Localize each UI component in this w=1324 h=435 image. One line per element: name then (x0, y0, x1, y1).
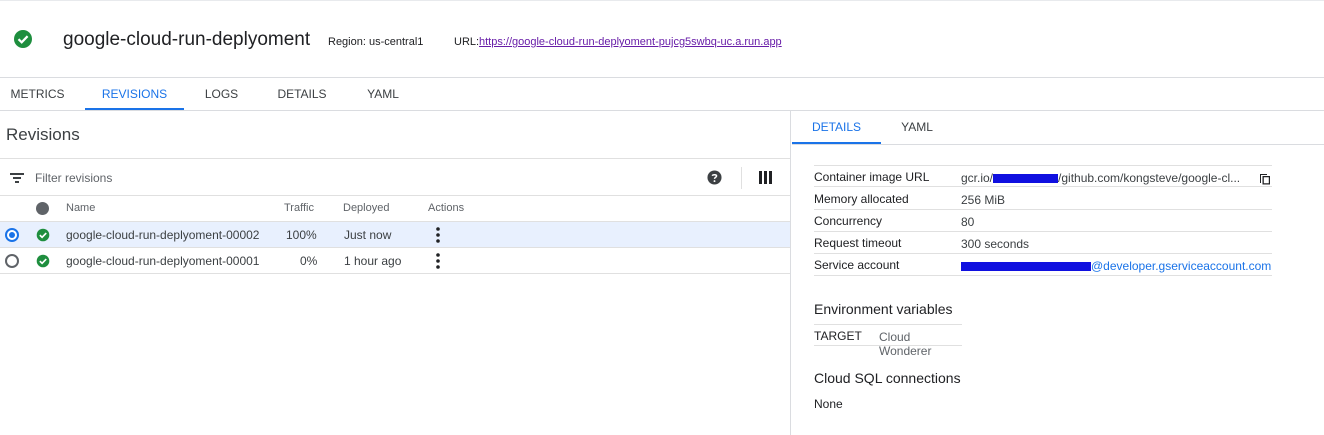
env-var-row: TARGET Cloud Wonderer (814, 324, 962, 358)
details-tabs: DETAILS YAML (792, 111, 1324, 145)
cloud-sql-value: None (814, 397, 843, 411)
detail-row-service-account: Service account @developer.gserviceaccou… (814, 254, 1272, 276)
check-circle-icon (36, 254, 50, 268)
main-tabs: METRICS REVISIONS LOGS DETAILS YAML (0, 78, 1324, 111)
revision-traffic: 0% (300, 254, 318, 268)
column-actions: Actions (428, 202, 465, 214)
image-url-prefix: gcr.io/ (961, 171, 994, 185)
service-title: google-cloud-run-deplyoment (63, 29, 311, 50)
url-label: URL: (454, 36, 480, 48)
copy-icon[interactable] (1259, 172, 1271, 185)
detail-value: gcr.io/ /github.com/kongsteve/google-cl..… (961, 171, 1240, 185)
tab-details[interactable]: DETAILS (268, 78, 336, 110)
revision-deployed: 1 hour ago (344, 254, 402, 268)
columns-icon[interactable] (759, 171, 772, 184)
detail-key: Concurrency (814, 214, 883, 228)
service-account-link[interactable]: @developer.gserviceaccount.com (1091, 259, 1271, 273)
cloud-sql-title: Cloud SQL connections (814, 370, 961, 386)
detail-row-timeout: Request timeout 300 seconds (814, 232, 1272, 254)
more-vert-icon[interactable] (431, 226, 445, 244)
status-column-icon (36, 202, 49, 215)
table-row[interactable]: google-cloud-run-deplyoment-00001 0% 1 h… (0, 248, 790, 274)
column-traffic[interactable]: Traffic (284, 202, 314, 214)
detail-value: @developer.gserviceaccount.com (961, 259, 1271, 273)
detail-row-concurrency: Concurrency 80 (814, 210, 1272, 232)
image-url-suffix: /github.com/kongsteve/google-cl... (1058, 171, 1241, 185)
region-label: Region: us-central1 (328, 36, 424, 48)
help-icon[interactable] (707, 170, 722, 185)
revision-name[interactable]: google-cloud-run-deplyoment-00002 (66, 228, 259, 242)
check-circle-icon (14, 30, 32, 48)
table-row[interactable]: google-cloud-run-deplyoment-00002 100% J… (0, 222, 790, 248)
env-vars-title: Environment variables (814, 301, 953, 317)
detail-value: 80 (961, 215, 975, 229)
service-url-link[interactable]: https://google-cloud-run-deplyoment-pujc… (479, 36, 782, 48)
detail-value: 256 MiB (961, 193, 1006, 207)
detail-value: 300 seconds (961, 237, 1030, 251)
tab-revisions[interactable]: REVISIONS (85, 78, 184, 110)
row-select-radio[interactable] (5, 254, 19, 268)
row-select-radio[interactable] (5, 228, 19, 242)
detail-row-memory: Memory allocated 256 MiB (814, 188, 1272, 210)
column-deployed[interactable]: Deployed (343, 202, 389, 214)
filter-revisions-input[interactable] (35, 169, 435, 187)
detail-key: Container image URL (814, 170, 930, 184)
env-var-value: Cloud Wonderer (879, 330, 932, 358)
detail-key: Service account (814, 258, 900, 272)
env-var-key: TARGET (814, 329, 862, 343)
table-header: Name Traffic Deployed Actions (0, 196, 790, 222)
detail-key: Request timeout (814, 236, 902, 250)
revision-traffic: 100% (286, 228, 317, 242)
toolbar-divider (741, 167, 742, 189)
tab-logs[interactable]: LOGS (194, 78, 249, 110)
column-name[interactable]: Name (66, 202, 95, 214)
check-circle-icon (36, 228, 50, 242)
revision-name[interactable]: google-cloud-run-deplyoment-00001 (66, 254, 259, 268)
detail-key: Memory allocated (814, 192, 909, 206)
redacted-block (961, 262, 1091, 272)
revision-details-pane: DETAILS YAML Container image URL gcr.io/… (792, 111, 1324, 435)
revision-deployed: Just now (344, 228, 392, 242)
redacted-block (993, 174, 1059, 184)
tab-metrics[interactable]: METRICS (0, 78, 75, 110)
detail-row-container-image: Container image URL gcr.io/ /github.com/k… (814, 165, 1272, 187)
filter-bar (0, 158, 790, 196)
revisions-title: Revisions (6, 125, 80, 144)
filter-icon[interactable] (10, 172, 24, 184)
tab-yaml[interactable]: YAML (355, 78, 411, 110)
more-vert-icon[interactable] (431, 252, 445, 270)
tab-yaml[interactable]: YAML (888, 111, 946, 144)
service-header: google-cloud-run-deplyoment Region: us-c… (0, 0, 1324, 78)
tab-details[interactable]: DETAILS (792, 111, 881, 144)
revisions-pane: Revisions Name Traffic Deployed Actions (0, 111, 791, 435)
